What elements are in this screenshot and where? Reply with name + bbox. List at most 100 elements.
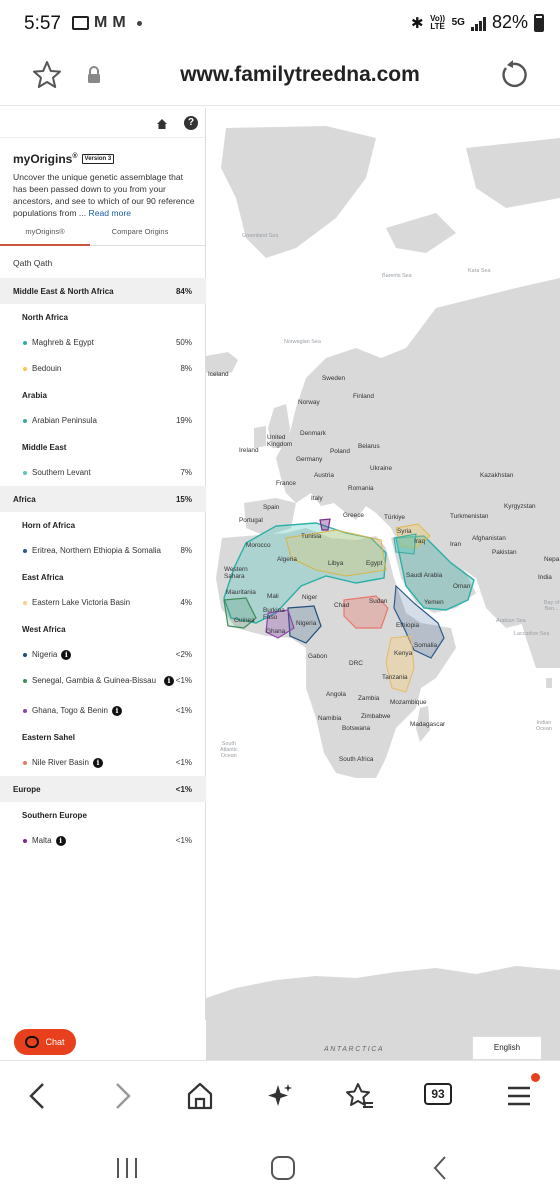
map-label-iran: Iran [450, 541, 462, 548]
region-row[interactable]: Middle East & North Africa 84% [0, 278, 206, 304]
map-label-madagascar: Madagascar [410, 721, 446, 728]
language-selector[interactable]: English [472, 1036, 542, 1060]
map-label-nepal: Nepa [544, 556, 560, 563]
read-more-link[interactable]: Read more [88, 208, 131, 218]
map-label-india: India [538, 574, 552, 581]
back-icon[interactable] [22, 1079, 56, 1113]
map-label-namibia: Namibia [318, 715, 342, 722]
tab-myorigins[interactable]: myOrigins® [0, 227, 90, 236]
ocean-label: Laccadive Sea [514, 631, 550, 637]
help-icon[interactable]: ? [184, 116, 198, 130]
origin-list: Middle East & North Africa 84% North Afr… [0, 278, 206, 854]
info-icon[interactable]: i [111, 706, 122, 716]
info-icon[interactable]: i [55, 836, 66, 846]
status-bar: 5:57 M M ✱ Vo)) LTE 5G 82% [0, 0, 560, 50]
bookmark-star-icon[interactable] [30, 58, 64, 92]
subregion-row: Arabia [22, 391, 47, 400]
map-label-iceland: Iceland [208, 371, 229, 378]
home-button-icon[interactable] [268, 1154, 298, 1182]
population-color-dot [23, 549, 27, 553]
info-icon[interactable]: i [164, 676, 174, 686]
bluetooth-icon: ✱ [411, 14, 424, 32]
map-label-pakistan: Pakistan [492, 549, 517, 556]
map-label-mozambique: Mozambique [390, 699, 427, 706]
tab-compare-origins[interactable]: Compare Origins [90, 227, 190, 236]
subregion-row: East Africa [22, 573, 64, 582]
origins-map[interactable]: Sweden Finland Norway Iceland United Kin… [206, 108, 560, 1060]
chat-bubble-icon [25, 1036, 40, 1048]
map-label-algeria: Algeria [277, 556, 297, 563]
population-row[interactable]: Bedouin 8% [0, 356, 206, 382]
volte-icon: Vo)) LTE [430, 13, 446, 31]
antarctica-label: ANTARCTICA [324, 1046, 385, 1053]
reload-icon[interactable] [496, 58, 530, 92]
tabs-button[interactable]: 93 [424, 1083, 452, 1105]
sidebar-toolbar: ? [0, 108, 205, 138]
info-icon[interactable]: i [61, 650, 72, 660]
system-nav-bar [0, 1132, 560, 1200]
home-icon[interactable] [183, 1079, 217, 1113]
map-label-south-africa: South Africa [339, 756, 374, 763]
map-label-greece: Greece [343, 512, 364, 519]
lock-icon[interactable] [86, 66, 102, 84]
recent-apps-icon[interactable] [110, 1154, 144, 1182]
info-icon[interactable]: i [92, 758, 103, 768]
map-label-zimbabwe: Zimbabwe [361, 713, 391, 720]
chat-button[interactable]: Chat [14, 1029, 76, 1055]
map-label-spain: Spain [263, 504, 280, 511]
region-row[interactable]: Europe <1% [0, 776, 206, 802]
population-color-dot [23, 709, 27, 713]
subregion-row: Eastern Sahel [22, 733, 75, 742]
menu-icon[interactable] [502, 1079, 536, 1113]
population-row[interactable]: Senegal, Gambia & Guinea-Bissau i <1% [0, 668, 206, 698]
map-label-ethiopia: Ethiopia [396, 622, 420, 629]
population-row[interactable]: Nile River Basin i <1% [0, 750, 206, 776]
bookmarks-icon[interactable] [343, 1079, 377, 1113]
map-label-turkmenistan: Turkmenistan [450, 513, 489, 520]
population-row[interactable]: Southern Levant 7% [0, 460, 206, 486]
map-label-ireland: Ireland [239, 447, 259, 454]
gmail-icon: M [94, 14, 108, 31]
map-label-somalia: Somalia [414, 642, 438, 649]
population-row[interactable]: Maghreb & Egypt 50% [0, 330, 206, 356]
population-color-dot [23, 341, 27, 345]
map-label-western-sahara: Western Sahara [224, 566, 248, 580]
region-row[interactable]: Africa 15% [0, 486, 206, 512]
map-label-chad: Chad [334, 602, 350, 609]
map-label-turkiye: Türkiye [384, 514, 405, 521]
system-icons: ✱ Vo)) LTE 5G 82% [411, 12, 544, 33]
system-back-icon[interactable] [426, 1154, 456, 1182]
forward-icon[interactable] [104, 1079, 138, 1113]
population-row[interactable]: Eritrea, Northern Ethiopia & Somalia 8% [0, 538, 206, 564]
map-label-poland: Poland [330, 448, 350, 455]
ocean-label: Barents Sea [382, 273, 412, 279]
map-label-sudan: Sudan [369, 598, 388, 605]
map-label-niger: Niger [302, 594, 318, 601]
user-name: Qath Qath [13, 258, 53, 268]
map-label-uk: United Kingdom [267, 434, 293, 448]
map-label-oman: Oman [453, 583, 471, 590]
map-label-ghana: Ghana [266, 628, 286, 635]
sparkle-icon[interactable] [263, 1079, 297, 1113]
status-time: 5:57 [24, 13, 61, 34]
map-label-libya: Libya [328, 560, 344, 567]
population-row[interactable]: Ghana, Togo & Benin i <1% [0, 698, 206, 724]
home-icon[interactable] [156, 117, 168, 129]
population-row[interactable]: Malta i <1% [0, 828, 206, 854]
population-color-dot [23, 419, 27, 423]
battery-icon [534, 13, 544, 32]
map-label-drc: DRC [349, 660, 363, 667]
map-label-gabon: Gabon [308, 653, 328, 660]
population-row[interactable]: Arabian Peninsula 19% [0, 408, 206, 434]
notification-icons: M M [72, 15, 142, 31]
map-label-egypt: Egypt [366, 560, 383, 567]
subregion-row: Middle East [22, 443, 67, 452]
map-label-morocco: Morocco [246, 542, 271, 549]
map-label-denmark: Denmark [300, 430, 326, 437]
population-row[interactable]: Nigeria i <2% [0, 642, 206, 668]
active-tab-indicator [0, 244, 90, 246]
population-row[interactable]: Eastern Lake Victoria Basin 4% [0, 590, 206, 616]
map-label-zambia: Zambia [358, 695, 380, 702]
url-field[interactable]: www.familytreedna.com [150, 63, 450, 87]
map-label-botswana: Botswana [342, 725, 371, 732]
